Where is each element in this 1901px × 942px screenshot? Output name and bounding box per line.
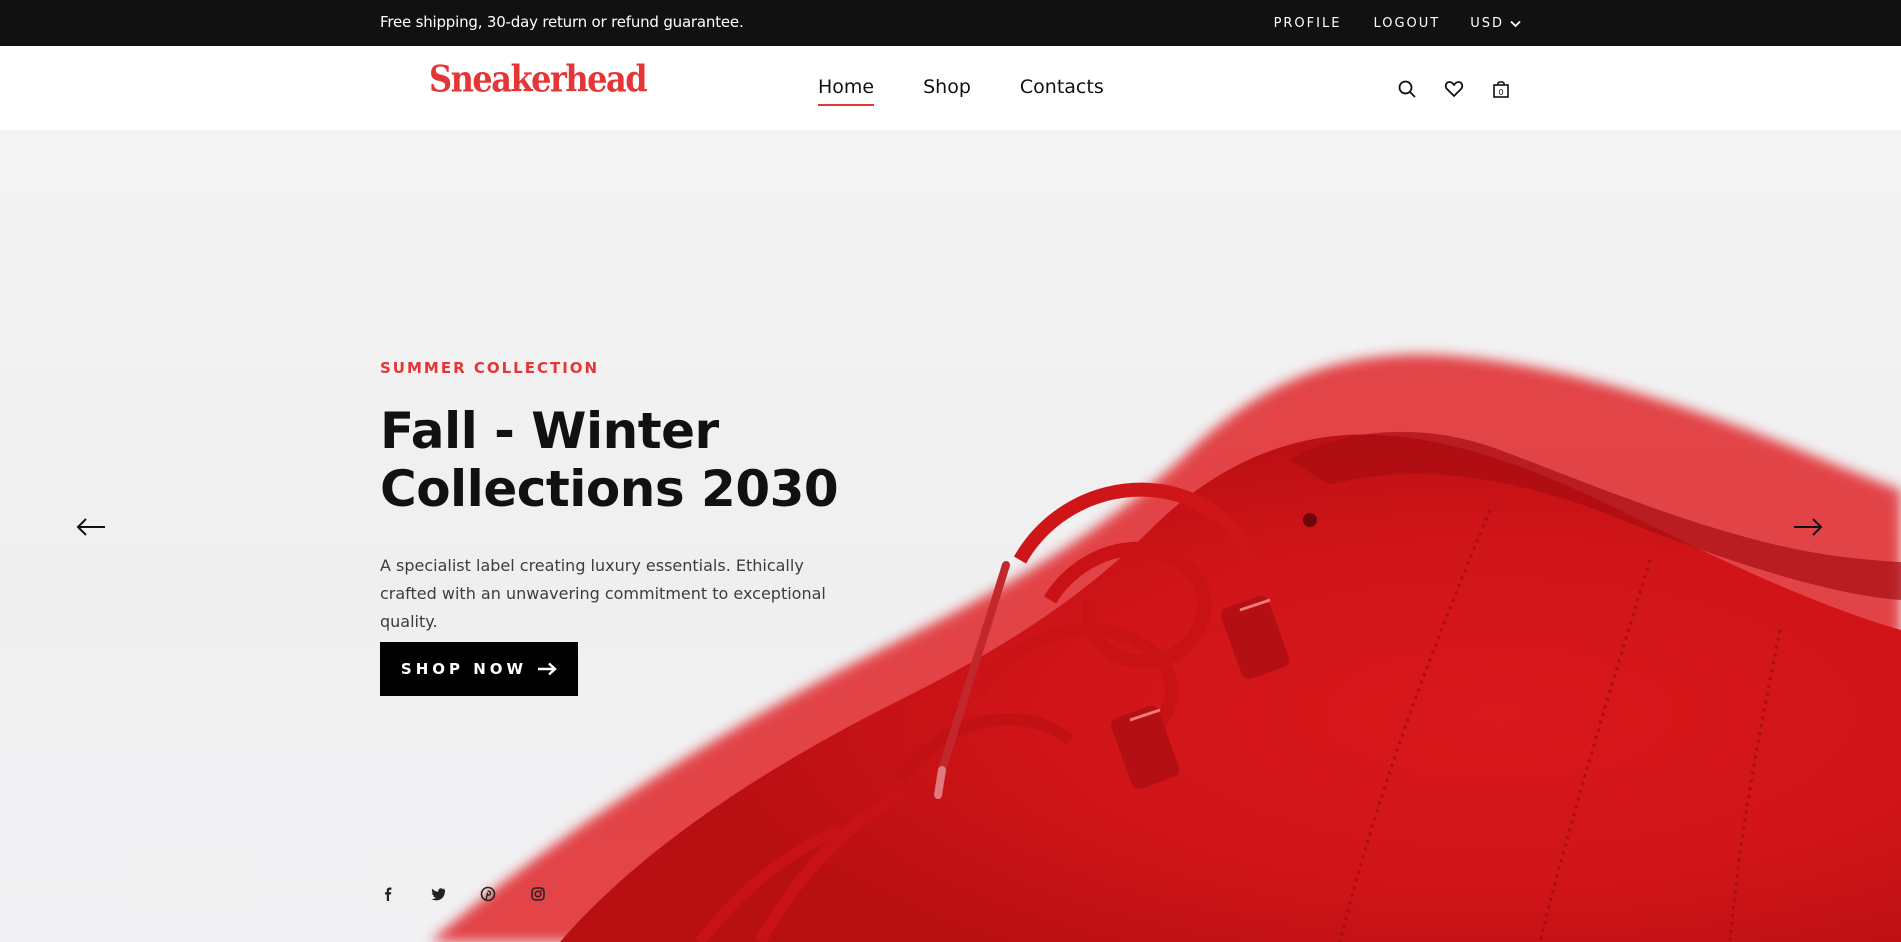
shopping-bag-icon[interactable]: 0	[1491, 79, 1513, 101]
nav-item-contacts[interactable]: Contacts	[1020, 76, 1104, 106]
slider-next-button[interactable]	[1792, 516, 1824, 538]
site-header: Sneakerhead Home Shop Contacts 0	[0, 46, 1901, 130]
heart-icon[interactable]	[1444, 79, 1466, 101]
account-links: PROFILE LOGOUT USD	[1242, 16, 1521, 31]
profile-link[interactable]: PROFILE	[1274, 16, 1342, 31]
main-nav: Home Shop Contacts	[818, 76, 1153, 106]
instagram-icon[interactable]	[530, 886, 546, 902]
hero-title: Fall - Winter Collections 2030	[380, 402, 839, 518]
search-icon[interactable]	[1397, 79, 1419, 101]
currency-selector[interactable]: USD	[1470, 16, 1521, 31]
hero-sneaker-image	[430, 354, 1901, 942]
shop-now-label: SHOP NOW	[400, 660, 528, 678]
facebook-icon[interactable]	[380, 886, 396, 902]
hero-description: A specialist label creating luxury essen…	[380, 556, 826, 631]
cart-count: 0	[1498, 88, 1503, 97]
nav-item-home[interactable]: Home	[818, 76, 875, 106]
twitter-icon[interactable]	[430, 886, 446, 902]
hero-eyebrow: SUMMER COLLECTION	[380, 359, 600, 377]
arrow-right-icon	[1794, 518, 1823, 536]
arrow-right-icon	[538, 662, 557, 676]
shipping-notice: Free shipping, 30-day return or refund g…	[380, 13, 744, 31]
slider-prev-button[interactable]	[75, 516, 107, 538]
logout-link[interactable]: LOGOUT	[1373, 16, 1440, 31]
currency-label: USD	[1470, 16, 1504, 31]
header-icons: 0	[1397, 79, 1538, 101]
pinterest-icon[interactable]	[480, 886, 496, 902]
top-bar: Free shipping, 30-day return or refund g…	[0, 0, 1901, 46]
social-links	[380, 886, 580, 902]
chevron-down-icon	[1510, 20, 1521, 27]
logo[interactable]: Sneakerhead	[429, 57, 648, 101]
nav-item-shop[interactable]: Shop	[923, 76, 971, 106]
hero-slider: SUMMER COLLECTION Fall - Winter Collecti…	[0, 130, 1901, 942]
shop-now-button[interactable]: SHOP NOW	[380, 642, 578, 696]
arrow-left-icon	[76, 518, 105, 536]
